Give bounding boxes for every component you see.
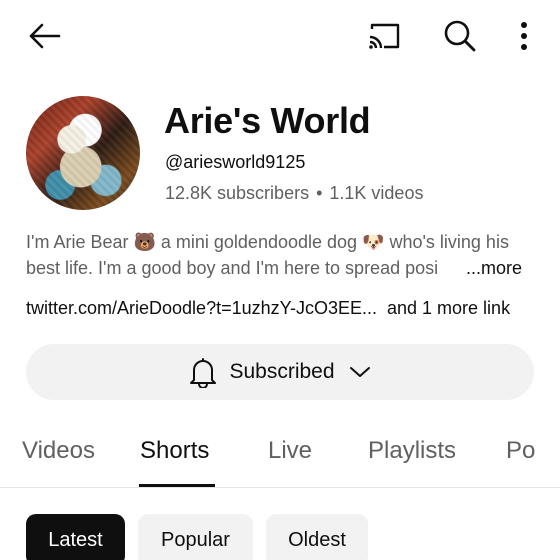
channel-name: Arie's World (164, 100, 371, 141)
tab-videos[interactable]: Videos (22, 437, 95, 465)
tab-live[interactable]: Live (268, 437, 312, 465)
description-more-link[interactable]: ...more (466, 255, 522, 281)
cast-button[interactable] (360, 16, 408, 56)
back-button[interactable] (20, 16, 68, 56)
subscribed-button[interactable]: Subscribed (26, 344, 534, 400)
tab-shorts[interactable]: Shorts (140, 437, 209, 465)
chip-oldest[interactable]: Oldest (266, 514, 368, 560)
description-line-1: I'm Arie Bear 🐻 a mini goldendoodle dog … (26, 232, 509, 252)
search-icon (444, 20, 476, 52)
description-line-2: best life. I'm a good boy and I'm here t… (26, 255, 466, 281)
video-count: 1.1K videos (329, 183, 424, 203)
stats-separator: • (316, 183, 323, 203)
channel-stats: 12.8K subscribers • 1.1K videos (165, 183, 423, 204)
chip-popular[interactable]: Popular (138, 514, 253, 560)
primary-link[interactable]: twitter.com/ArieDoodle?t=1uzhzY-JcO3EE..… (26, 298, 377, 318)
back-arrow-icon (29, 23, 61, 49)
channel-description[interactable]: I'm Arie Bear 🐻 a mini goldendoodle dog … (26, 229, 538, 281)
subscriber-count: 12.8K subscribers (165, 183, 310, 203)
tab-posts[interactable]: Po (506, 437, 535, 465)
active-tab-indicator (139, 484, 215, 487)
channel-links[interactable]: twitter.com/ArieDoodle?t=1uzhzY-JcO3EE..… (26, 298, 510, 319)
more-links-text[interactable]: and 1 more link (387, 298, 510, 318)
more-vert-icon (521, 22, 527, 50)
bell-icon (190, 358, 217, 388)
search-button[interactable] (436, 14, 484, 58)
subscribed-label: Subscribed (229, 360, 335, 383)
top-app-bar (0, 0, 560, 72)
chevron-down-icon (349, 367, 370, 377)
cast-icon (369, 23, 400, 49)
channel-handle: @ariesworld9125 (165, 152, 306, 172)
chip-latest[interactable]: Latest (26, 514, 125, 560)
tab-playlists[interactable]: Playlists (368, 437, 456, 465)
channel-avatar[interactable] (26, 96, 140, 210)
channel-tabs: Videos Shorts Live Playlists Po (0, 420, 560, 488)
more-options-button[interactable] (506, 14, 542, 58)
